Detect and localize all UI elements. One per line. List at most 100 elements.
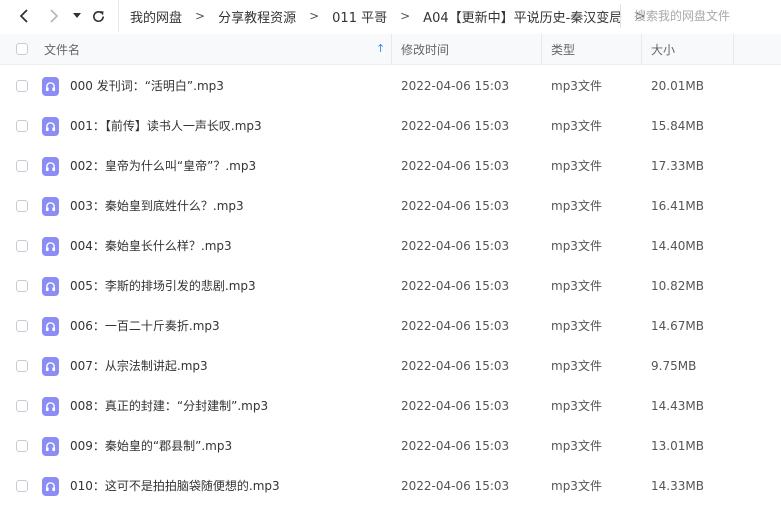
file-size: 14.40MB bbox=[651, 239, 704, 253]
row-checkbox[interactable] bbox=[16, 160, 28, 172]
file-row[interactable]: 006：一百二十斤奏折.mp3 2022-04-06 15:03 mp3文件 14.6… bbox=[0, 306, 781, 346]
file-type: mp3文件 bbox=[551, 479, 602, 493]
file-type: mp3文件 bbox=[551, 439, 602, 453]
breadcrumb-item[interactable]: A04【更新中】平说历史-秦汉变局 bbox=[423, 7, 622, 26]
file-name[interactable]: 004：秦始皇长什么样？.mp3 bbox=[70, 226, 232, 266]
column-header-type-label: 类型 bbox=[551, 42, 576, 57]
file-modified: 2022-04-06 15:03 bbox=[401, 399, 510, 413]
headphones-icon bbox=[42, 117, 59, 136]
file-name[interactable]: 005：李斯的排场引发的悲剧.mp3 bbox=[70, 266, 256, 306]
file-name[interactable]: 010：这可不是拍拍脑袋随便想的.mp3 bbox=[70, 466, 280, 506]
column-header-name-label: 文件名 bbox=[44, 42, 81, 57]
row-checkbox[interactable] bbox=[16, 400, 28, 412]
search-input[interactable] bbox=[632, 8, 776, 24]
file-size: 14.33MB bbox=[651, 479, 704, 493]
file-name[interactable]: 003：秦始皇到底姓什么？.mp3 bbox=[70, 186, 244, 226]
file-name[interactable]: 007：从宗法制讲起.mp3 bbox=[70, 346, 208, 386]
breadcrumb-item[interactable]: 我的网盘 bbox=[130, 7, 182, 26]
row-checkbox[interactable] bbox=[16, 280, 28, 292]
file-type: mp3文件 bbox=[551, 279, 602, 293]
arrow-up-icon[interactable]: ↑ bbox=[376, 42, 385, 55]
file-row[interactable]: 000 发刊词：“活明白”.mp3 2022-04-06 15:03 mp3文件 20… bbox=[0, 66, 781, 106]
row-checkbox[interactable] bbox=[16, 80, 28, 92]
file-size: 16.41MB bbox=[651, 199, 704, 213]
file-row[interactable]: 009：秦始皇的“郡县制”.mp3 2022-04-06 15:03 mp3文件 13… bbox=[0, 426, 781, 466]
column-divider[interactable] bbox=[641, 34, 642, 64]
breadcrumb-separator-icon: > bbox=[195, 9, 206, 23]
breadcrumb: 我的网盘 > 分享教程资源 > 011 平哥 > A04【更新中】平说历史-秦汉… bbox=[130, 0, 658, 32]
breadcrumb-separator-icon: > bbox=[309, 9, 320, 23]
row-checkbox[interactable] bbox=[16, 360, 28, 372]
file-row[interactable]: 004：秦始皇长什么样？.mp3 2022-04-06 15:03 mp3文件 14.… bbox=[0, 226, 781, 266]
file-row[interactable]: 002：皇帝为什么叫“皇帝”？.mp3 2022-04-06 15:03 mp3文件… bbox=[0, 146, 781, 186]
file-size: 9.75MB bbox=[651, 359, 697, 373]
row-checkbox[interactable] bbox=[16, 320, 28, 332]
column-header-size-label: 大小 bbox=[651, 42, 676, 57]
headphones-icon bbox=[42, 77, 59, 96]
column-header-modified[interactable]: 修改时间 bbox=[401, 34, 449, 64]
file-size: 14.43MB bbox=[651, 399, 704, 413]
column-divider[interactable] bbox=[733, 34, 734, 64]
headphones-icon bbox=[42, 317, 59, 336]
select-all-cell bbox=[16, 34, 28, 64]
file-row[interactable]: 008：真正的封建：“分封建制”.mp3 2022-04-06 15:03 mp3文… bbox=[0, 386, 781, 426]
file-modified: 2022-04-06 15:03 bbox=[401, 239, 510, 253]
file-name[interactable]: 006：一百二十斤奏折.mp3 bbox=[70, 306, 220, 346]
file-name[interactable]: 000 发刊词：“活明白”.mp3 bbox=[70, 66, 224, 106]
toolbar: 我的网盘 > 分享教程资源 > 011 平哥 > A04【更新中】平说历史-秦汉… bbox=[0, 0, 781, 32]
headphones-icon bbox=[42, 477, 59, 496]
column-header-name[interactable]: 文件名 bbox=[44, 34, 389, 64]
history-dropdown-button[interactable] bbox=[70, 6, 84, 26]
file-modified: 2022-04-06 15:03 bbox=[401, 279, 510, 293]
column-header-size[interactable]: 大小 bbox=[651, 34, 675, 64]
file-size: 14.67MB bbox=[651, 319, 704, 333]
chevron-right-icon bbox=[50, 9, 59, 23]
select-all-checkbox[interactable] bbox=[16, 43, 28, 55]
back-button[interactable] bbox=[16, 6, 32, 26]
file-name[interactable]: 009：秦始皇的“郡县制”.mp3 bbox=[70, 426, 232, 466]
headphones-icon bbox=[42, 397, 59, 416]
column-divider[interactable] bbox=[541, 34, 542, 64]
row-checkbox[interactable] bbox=[16, 200, 28, 212]
breadcrumb-item[interactable]: 011 平哥 bbox=[332, 7, 387, 26]
file-size: 13.01MB bbox=[651, 439, 704, 453]
file-type: mp3文件 bbox=[551, 359, 602, 373]
file-row[interactable]: 005：李斯的排场引发的悲剧.mp3 2022-04-06 15:03 mp3文件 1… bbox=[0, 266, 781, 306]
chevron-left-icon bbox=[19, 9, 28, 23]
file-modified: 2022-04-06 15:03 bbox=[401, 79, 510, 93]
row-checkbox[interactable] bbox=[16, 480, 28, 492]
file-type: mp3文件 bbox=[551, 199, 602, 213]
row-checkbox[interactable] bbox=[16, 120, 28, 132]
breadcrumb-divider bbox=[118, 0, 119, 32]
headphones-icon bbox=[42, 277, 59, 296]
file-size: 15.84MB bbox=[651, 119, 704, 133]
headphones-icon bbox=[42, 237, 59, 256]
column-header-type[interactable]: 类型 bbox=[551, 34, 575, 64]
file-modified: 2022-04-06 15:03 bbox=[401, 159, 510, 173]
headphones-icon bbox=[42, 157, 59, 176]
row-checkbox[interactable] bbox=[16, 240, 28, 252]
file-name[interactable]: 008：真正的封建：“分封建制”.mp3 bbox=[70, 386, 268, 426]
file-type: mp3文件 bbox=[551, 159, 602, 173]
column-header-modified-label: 修改时间 bbox=[401, 42, 450, 57]
file-type: mp3文件 bbox=[551, 399, 602, 413]
file-modified: 2022-04-06 15:03 bbox=[401, 119, 510, 133]
file-size: 20.01MB bbox=[651, 79, 704, 93]
breadcrumb-item[interactable]: 分享教程资源 bbox=[218, 7, 296, 26]
file-row[interactable]: 003：秦始皇到底姓什么？.mp3 2022-04-06 15:03 mp3文件 16… bbox=[0, 186, 781, 226]
refresh-button[interactable] bbox=[89, 6, 107, 26]
file-type: mp3文件 bbox=[551, 319, 602, 333]
file-row[interactable]: 001：【前传】读书人一声长叹.mp3 2022-04-06 15:03 mp3文件… bbox=[0, 106, 781, 146]
forward-button[interactable] bbox=[46, 6, 62, 26]
row-checkbox[interactable] bbox=[16, 440, 28, 452]
file-row[interactable]: 010：这可不是拍拍脑袋随便想的.mp3 2022-04-06 15:03 mp3文… bbox=[0, 466, 781, 506]
file-type: mp3文件 bbox=[551, 119, 602, 133]
file-modified: 2022-04-06 15:03 bbox=[401, 199, 510, 213]
file-name[interactable]: 001：【前传】读书人一声长叹.mp3 bbox=[70, 106, 262, 146]
file-size: 10.82MB bbox=[651, 279, 704, 293]
column-divider[interactable] bbox=[391, 34, 392, 64]
headphones-icon bbox=[42, 357, 59, 376]
file-name[interactable]: 002：皇帝为什么叫“皇帝”？.mp3 bbox=[70, 146, 256, 186]
file-row[interactable]: 007：从宗法制讲起.mp3 2022-04-06 15:03 mp3文件 9.75M… bbox=[0, 346, 781, 386]
file-modified: 2022-04-06 15:03 bbox=[401, 359, 510, 373]
